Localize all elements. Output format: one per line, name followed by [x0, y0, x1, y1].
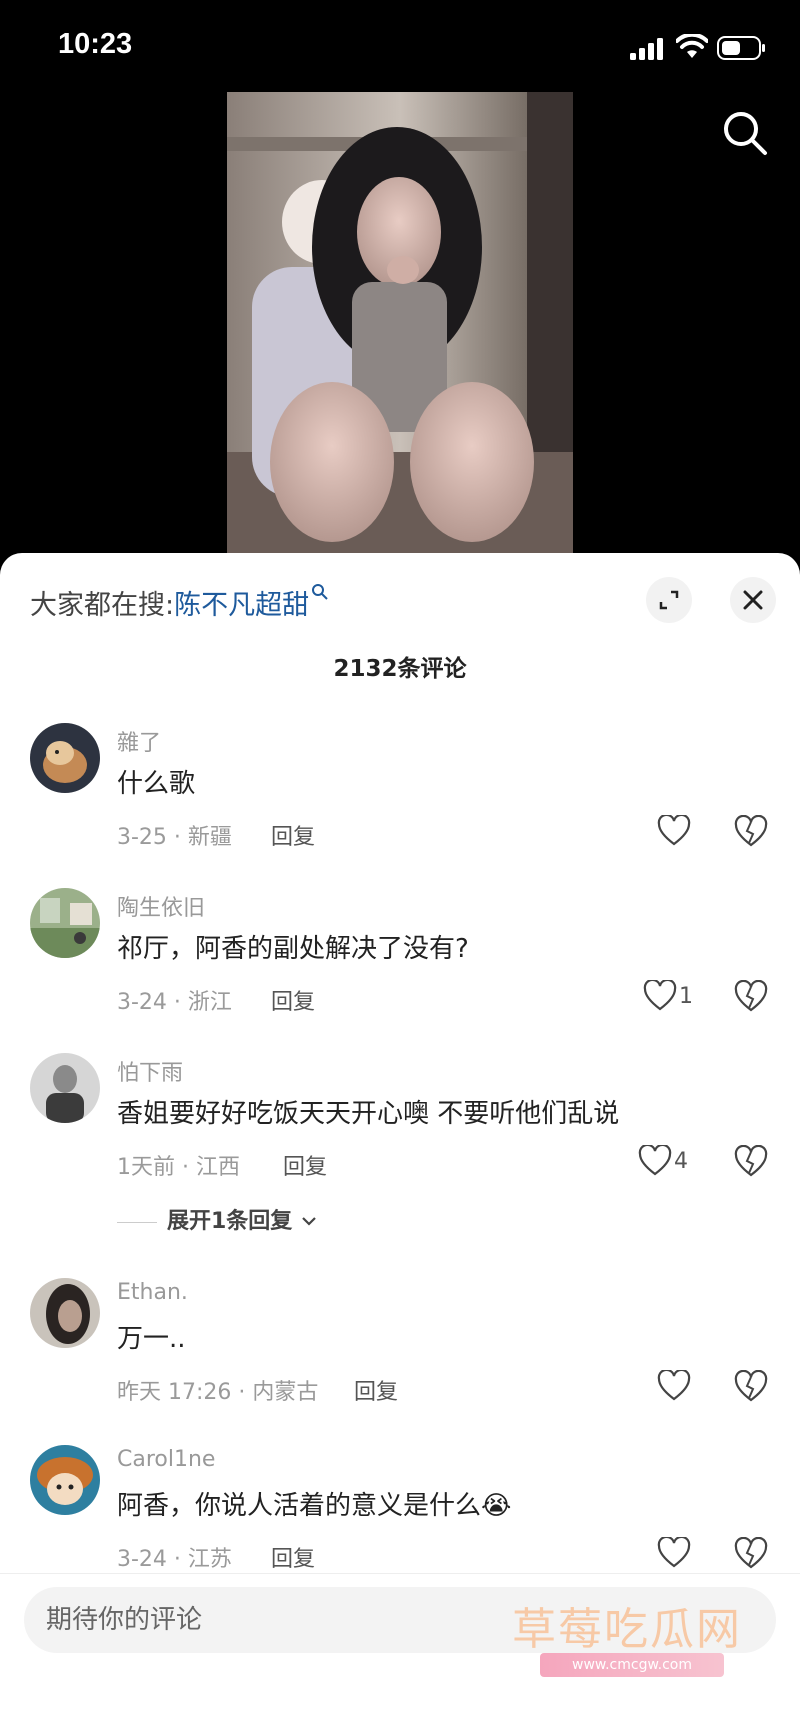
avatar[interactable]: [30, 888, 100, 958]
expand-button[interactable]: [646, 577, 692, 623]
input-divider: [0, 1573, 800, 1574]
search-icon: [312, 584, 328, 600]
comment-text: 祁厅，阿香的副处解决了没有?: [117, 934, 469, 964]
comment-username[interactable]: 怕下雨: [117, 1055, 183, 1087]
reply-button[interactable]: 回复: [271, 819, 315, 851]
watermark-url: www.cmcgw.com: [540, 1653, 724, 1677]
comment-meta: 昨天 17:26 · 内蒙古: [117, 1380, 319, 1405]
avatar[interactable]: [30, 1053, 100, 1123]
comment-panel: 大家都在搜:陈不凡超甜 2132条评论 雜了 什么歌 3-25 · 新疆 回复: [0, 553, 800, 1731]
watermark-logo: 草莓吃瓜网: [512, 1604, 742, 1655]
expand-replies-label: 展开1条回复: [167, 1209, 293, 1234]
close-icon: [743, 590, 763, 610]
like-button[interactable]: [657, 1535, 693, 1573]
comment-text: 阿香，你说人活着的意义是什么😭: [117, 1491, 512, 1521]
trending-search[interactable]: 大家都在搜:陈不凡超甜: [30, 583, 329, 622]
status-bar: 10:23: [0, 0, 800, 90]
heart-icon: [657, 1368, 691, 1401]
expand-replies-button[interactable]: 展开1条回复: [117, 1203, 318, 1235]
chevron-down-icon: [302, 1217, 316, 1226]
avatar[interactable]: [30, 1445, 100, 1515]
comment-username[interactable]: Carol1ne: [117, 1447, 215, 1472]
expand-icon: [659, 590, 679, 610]
heart-icon: [657, 1535, 691, 1568]
like-count: 4: [674, 1148, 688, 1174]
wifi-icon: [676, 34, 708, 58]
heart-icon: [638, 1143, 672, 1176]
comment-text: 什么歌: [117, 769, 196, 799]
comment-input[interactable]: [46, 1587, 526, 1653]
signal-icon: [630, 38, 663, 60]
search-icon[interactable]: [722, 110, 768, 156]
reply-button[interactable]: 回复: [271, 984, 315, 1016]
broken-heart-icon[interactable]: [734, 1370, 768, 1404]
comment-username[interactable]: 陶生依旧: [117, 890, 205, 922]
trending-keyword[interactable]: 陈不凡超甜: [174, 590, 309, 621]
trending-prefix: 大家都在搜:: [30, 590, 175, 621]
video-player[interactable]: [0, 90, 800, 562]
like-button[interactable]: [657, 1368, 693, 1406]
avatar[interactable]: [30, 723, 100, 793]
reply-button[interactable]: 回复: [283, 1149, 327, 1181]
broken-heart-icon[interactable]: [734, 1145, 768, 1179]
comment-username[interactable]: Ethan.: [117, 1280, 188, 1305]
reply-button[interactable]: 回复: [354, 1374, 398, 1406]
divider-line: [117, 1221, 157, 1223]
broken-heart-icon[interactable]: [734, 815, 768, 849]
broken-heart-icon[interactable]: [734, 980, 768, 1014]
comment-meta: 1天前 · 江西: [117, 1155, 240, 1180]
comment-text: 香姐要好好吃饭天天开心噢 不要听他们乱说: [117, 1099, 620, 1129]
comment-text: 万一..: [117, 1324, 186, 1354]
video-frame: [227, 92, 573, 562]
battery-icon: [717, 36, 765, 60]
broken-heart-icon[interactable]: [734, 1537, 768, 1571]
heart-icon: [657, 813, 691, 846]
like-count: 1: [679, 983, 693, 1009]
comment-meta: 3-24 · 浙江: [117, 990, 232, 1015]
comment-count-title: 2132条评论: [333, 656, 467, 682]
close-button[interactable]: [730, 577, 776, 623]
like-button[interactable]: 4: [638, 1143, 688, 1181]
reply-button[interactable]: 回复: [271, 1541, 315, 1573]
comment-meta: 3-25 · 新疆: [117, 825, 232, 850]
comment-username[interactable]: 雜了: [117, 725, 161, 757]
status-time: 10:23: [58, 28, 133, 60]
like-button[interactable]: 1: [643, 978, 693, 1016]
avatar[interactable]: [30, 1278, 100, 1348]
comment-meta: 3-24 · 江苏: [117, 1547, 232, 1572]
like-button[interactable]: [657, 813, 693, 851]
heart-icon: [643, 978, 677, 1011]
